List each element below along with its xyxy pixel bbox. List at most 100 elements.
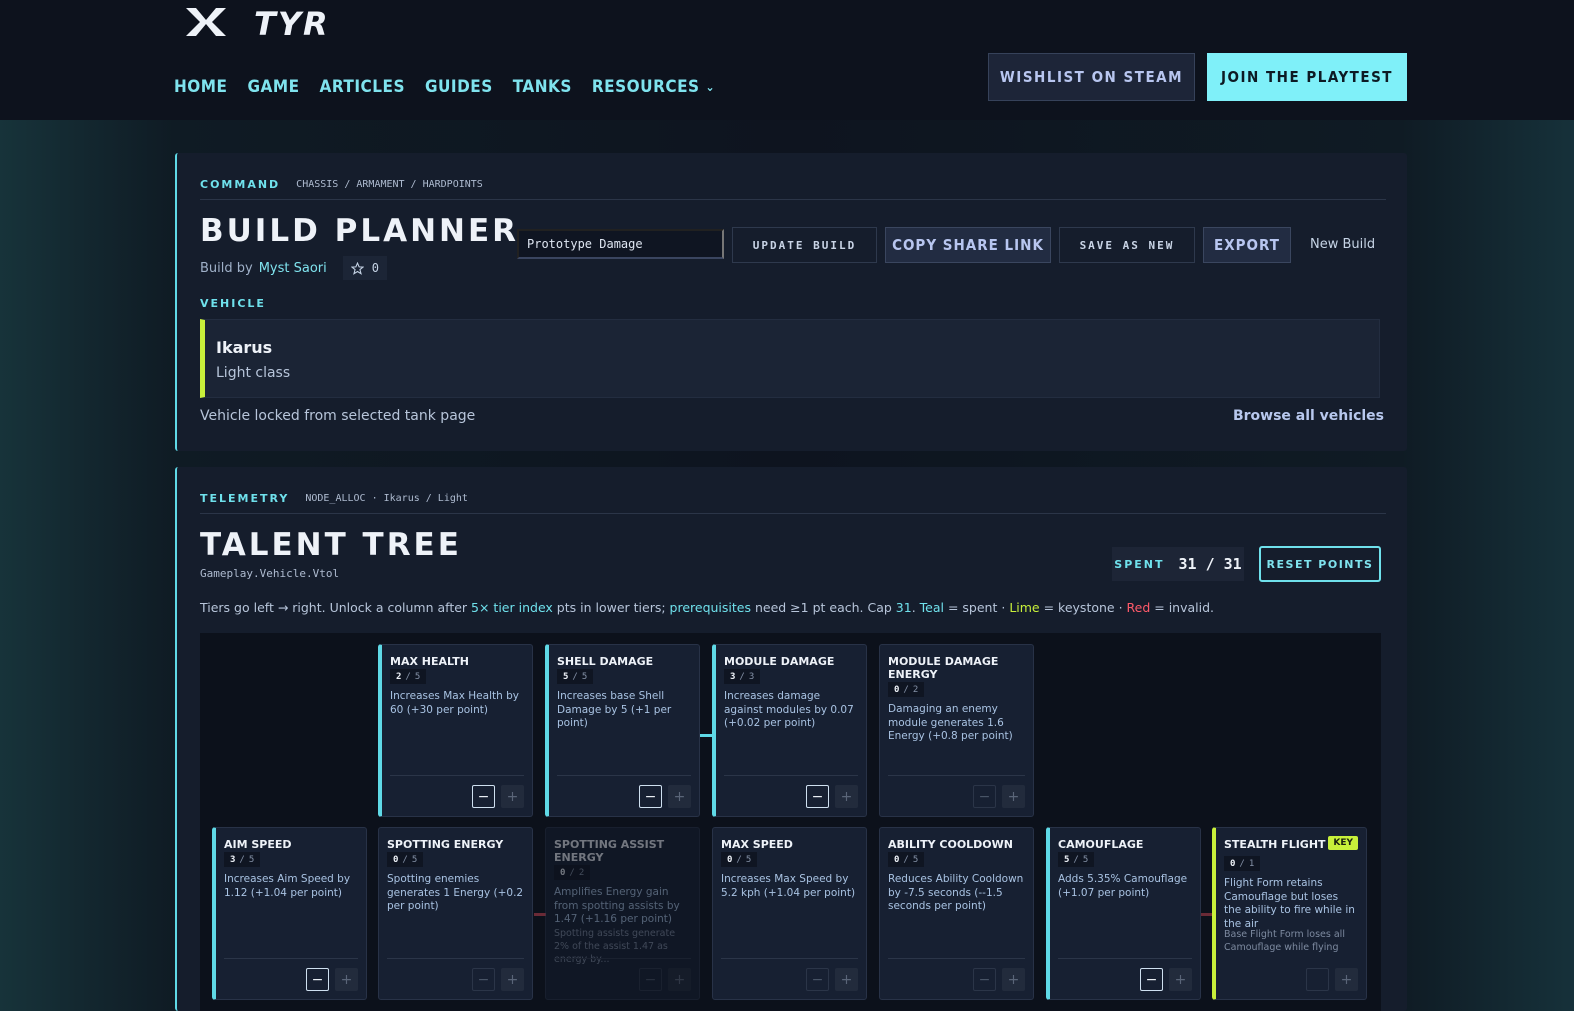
nav-articles-label: ARTICLES <box>319 77 405 97</box>
nav-home[interactable]: HOME <box>174 77 227 97</box>
increment-button[interactable]: + <box>1002 785 1025 808</box>
talent-tree-grid: MAX HEALTH 2/5 Increases Max Health by 6… <box>200 633 1381 1011</box>
node-description: Increases Aim Speed by 1.12 (+1.04 per p… <box>224 873 351 899</box>
wishlist-steam-button[interactable]: WISHLIST ON STEAM <box>988 53 1195 101</box>
node-divider <box>224 958 358 959</box>
spent-label: SPENT <box>1114 557 1165 571</box>
node-description: Increases Max Speed by 5.2 kph (+1.04 pe… <box>721 873 856 899</box>
main-nav: HOME GAME ARTICLES GUIDES TANKS RESOURCE… <box>174 77 715 97</box>
points-current: 0 <box>560 867 566 878</box>
spent-value: 31 / 31 <box>1178 555 1242 573</box>
decrement-button[interactable]: − <box>472 785 495 808</box>
author-link[interactable]: Myst Saori <box>259 261 327 276</box>
talent-node-module-damage-energy[interactable]: MODULE DAMAGE ENERGY 0/2 Damaging an ene… <box>879 644 1034 817</box>
page-title: BUILD PLANNER <box>200 213 520 249</box>
decrement-button[interactable]: − <box>806 968 829 991</box>
node-title: SHELL DAMAGE <box>557 655 654 668</box>
decrement-button[interactable]: − <box>1140 968 1163 991</box>
node-divider <box>888 958 1025 959</box>
update-build-button[interactable]: UPDATE BUILD <box>732 227 877 263</box>
copy-share-link-button[interactable]: COPY SHARE LINK <box>885 227 1051 263</box>
talent-node-ability-cooldown[interactable]: ABILITY COOLDOWN 0/5 Reduces Ability Coo… <box>879 827 1034 1000</box>
legend-text: = keystone · <box>1039 600 1127 615</box>
nav-game[interactable]: GAME <box>247 77 299 97</box>
increment-button[interactable]: + <box>835 785 858 808</box>
talent-node-aim-speed[interactable]: AIM SPEED 3/5 Increases Aim Speed by 1.1… <box>212 827 367 1000</box>
build-name-input[interactable] <box>517 229 724 259</box>
prerequisite-connector <box>700 734 712 737</box>
reset-points-button[interactable]: RESET POINTS <box>1259 546 1381 582</box>
talent-node-max-speed[interactable]: MAX SPEED 0/5 Increases Max Speed by 5.2… <box>712 827 867 1000</box>
node-description: Flight Form retains Camouflage but loses… <box>1224 877 1355 930</box>
nav-guides[interactable]: GUIDES <box>425 77 493 97</box>
node-description: Reduces Ability Cooldown by -7.5 seconds… <box>888 873 1024 912</box>
svg-text:TYR: TYR <box>254 5 330 40</box>
node-points: 2/5 <box>390 669 427 684</box>
tyr-logo[interactable]: TYR <box>186 4 376 40</box>
browse-vehicles-link[interactable]: Browse all vehicles <box>1233 408 1384 424</box>
vehicle-card: Ikarus Light class <box>200 319 1380 398</box>
talent-node-spotting-assist-energy[interactable]: SPOTTING ASSIST ENERGY 0/2 Amplifies Ene… <box>545 827 700 1000</box>
site-header: TYR HOME GAME ARTICLES GUIDES TANKS RESO… <box>0 0 1574 120</box>
talent-eyebrow: TELEMETRY NODE_ALLOC · Ikarus / Light <box>200 492 468 505</box>
node-points: 0/5 <box>387 852 424 867</box>
nav-resources[interactable]: RESOURCES ⌄ <box>592 77 715 97</box>
new-build-link[interactable]: New Build <box>1310 237 1375 252</box>
increment-button[interactable]: + <box>1002 968 1025 991</box>
talent-node-spotting-energy[interactable]: SPOTTING ENERGY 0/5 Spotting enemies gen… <box>378 827 533 1000</box>
join-playtest-button[interactable]: JOIN THE PLAYTEST <box>1207 53 1407 101</box>
increment-button[interactable]: + <box>1169 968 1192 991</box>
build-eyebrow: COMMAND CHASSIS / ARMAMENT / HARDPOINTS <box>200 178 483 191</box>
decrement-button[interactable] <box>1306 968 1329 991</box>
node-title: MAX SPEED <box>721 838 793 851</box>
export-button[interactable]: EXPORT <box>1203 227 1291 263</box>
nav-tanks[interactable]: TANKS <box>513 77 572 97</box>
talent-node-shell-damage[interactable]: SHELL DAMAGE 5/5 Increases base Shell Da… <box>545 644 700 817</box>
talent-node-stealth-flight[interactable]: STEALTH FLIGHT KEY 0/1 Flight Form retai… <box>1212 827 1367 1000</box>
points-current: 2 <box>396 671 402 682</box>
points-max: 5 <box>248 854 255 865</box>
increment-button[interactable]: + <box>501 968 524 991</box>
nav-resources-label: RESOURCES <box>591 77 700 97</box>
talent-subtitle: Gameplay.Vehicle.Vtol <box>200 567 340 580</box>
star-icon <box>350 261 364 275</box>
increment-button[interactable]: + <box>335 968 358 991</box>
vehicle-name: Ikarus <box>216 338 273 357</box>
node-points: 0/2 <box>888 682 925 697</box>
node-note: Base Flight Form loses all Camouflage wh… <box>1224 929 1345 953</box>
decrement-button[interactable]: − <box>472 968 495 991</box>
points-max: 5 <box>1082 854 1089 865</box>
decrement-button[interactable]: − <box>306 968 329 991</box>
increment-button[interactable]: + <box>501 785 524 808</box>
node-divider <box>724 775 858 776</box>
legend-cap: 31 <box>895 600 912 615</box>
node-points: 3/3 <box>724 669 761 684</box>
legend-text: . <box>911 600 920 615</box>
divider <box>200 513 1386 514</box>
talent-node-module-damage[interactable]: MODULE DAMAGE 3/3 Increases damage again… <box>712 644 867 817</box>
star-button[interactable]: 0 <box>342 256 387 280</box>
decrement-button[interactable]: − <box>973 968 996 991</box>
talent-node-max-health[interactable]: MAX HEALTH 2/5 Increases Max Health by 6… <box>378 644 533 817</box>
eyebrow-key: TELEMETRY <box>200 492 290 505</box>
nav-articles[interactable]: ARTICLES <box>320 77 405 97</box>
chevron-down-icon: ⌄ <box>705 80 716 94</box>
nav-guides-label: GUIDES <box>424 77 493 97</box>
decrement-button[interactable]: − <box>639 785 662 808</box>
increment-button[interactable]: + <box>835 968 858 991</box>
node-description: Increases base Shell Damage by 5 (+1 per… <box>557 690 672 729</box>
increment-button[interactable]: + <box>1335 968 1358 991</box>
talent-node-camouflage[interactable]: CAMOUFLAGE 5/5 Adds 5.35% Camouflage (+1… <box>1046 827 1201 1000</box>
decrement-button[interactable]: − <box>806 785 829 808</box>
legend-tier: 5× tier index <box>471 600 553 615</box>
points-current: 5 <box>563 671 569 682</box>
points-current: 0 <box>727 854 733 865</box>
points-current: 0 <box>894 854 900 865</box>
increment-button[interactable]: + <box>668 785 691 808</box>
increment-button[interactable]: + <box>668 968 691 991</box>
node-title: MODULE DAMAGE ENERGY <box>888 655 999 681</box>
decrement-button[interactable]: − <box>639 968 662 991</box>
decrement-button[interactable]: − <box>973 785 996 808</box>
save-as-new-button[interactable]: SAVE AS NEW <box>1059 227 1195 263</box>
node-points: 0/5 <box>721 852 758 867</box>
